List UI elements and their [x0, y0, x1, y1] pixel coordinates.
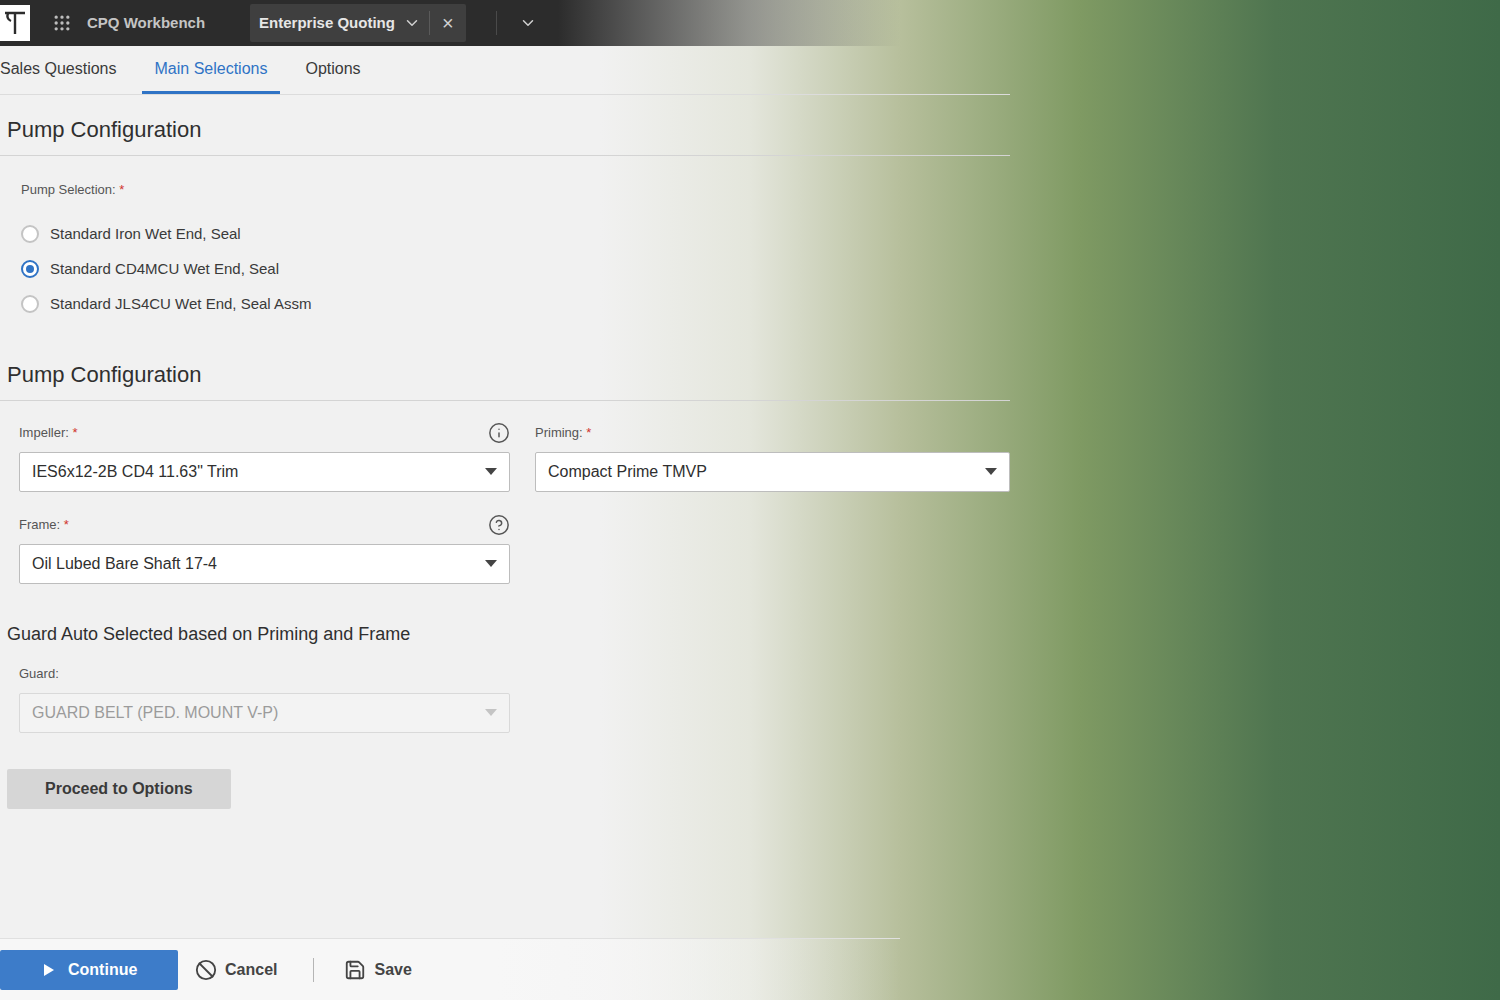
- save-icon: [344, 959, 366, 981]
- tab-close[interactable]: ×: [430, 13, 466, 33]
- cancel-icon: [195, 959, 217, 981]
- section-tab[interactable]: Main Selections: [142, 46, 281, 94]
- radio-button[interactable]: [21, 260, 39, 278]
- tab-menu-icon[interactable]: [403, 14, 421, 32]
- field-label: Guard:: [19, 664, 59, 684]
- play-icon: [44, 964, 54, 976]
- frame-select[interactable]: Oil Lubed Bare Shaft 17-4: [19, 544, 510, 584]
- frame-field: Frame: * Oil Lubed Bare Shaft 17-4: [19, 513, 510, 584]
- guard-field: Guard: GUARD BELT (PED. MOUNT V-P): [0, 648, 510, 733]
- priming-select[interactable]: Compact Prime TMVP: [535, 452, 1010, 492]
- field-label: Impeller: *: [19, 423, 78, 443]
- radio-option[interactable]: Standard Iron Wet End, Seal: [21, 223, 1500, 245]
- proceed-button[interactable]: Proceed to Options: [7, 769, 231, 809]
- app-bar: CPQ Workbench Enterprise Quoting×: [0, 0, 900, 46]
- guard-select: GUARD BELT (PED. MOUNT V-P): [19, 693, 510, 733]
- radio-group: Standard Iron Wet End, Seal Standard CD4M…: [21, 223, 1500, 315]
- priming-field: Priming: * Compact Prime TMVP: [535, 421, 1010, 492]
- radio-button[interactable]: [21, 225, 39, 243]
- cancel-button[interactable]: Cancel: [195, 958, 277, 982]
- radio-option[interactable]: Standard JLS4CU Wet End, Seal Assm: [21, 293, 1500, 315]
- apps-grid-icon[interactable]: [52, 13, 72, 33]
- caret-icon: [485, 468, 497, 476]
- section-tabs: Sales QuestionsMain SelectionsOptions: [0, 46, 1010, 95]
- logo-icon: [3, 9, 27, 37]
- impeller-field: Impeller: * IES6x12-2B CD4 11.63" Trim: [19, 421, 510, 492]
- logo[interactable]: [0, 5, 30, 41]
- footer-bar: Continue Cancel Save: [0, 938, 900, 1000]
- workspace-tab[interactable]: Enterprise Quoting×: [250, 4, 466, 42]
- section-tab[interactable]: Sales Questions: [0, 46, 142, 94]
- product-name: CPQ Workbench: [87, 12, 205, 35]
- caret-icon: [485, 709, 497, 717]
- field-label: Frame: *: [19, 515, 69, 535]
- radio-option[interactable]: Standard CD4MCU Wet End, Seal: [21, 258, 1500, 280]
- help-icon[interactable]: [488, 514, 510, 536]
- guard-heading: Guard Auto Selected based on Priming and…: [7, 624, 410, 644]
- section-heading: Pump Configuration: [0, 115, 1010, 156]
- app: CPQ Workbench Enterprise Quoting× Sales Qu…: [0, 0, 1500, 1000]
- field-label: Priming: *: [535, 423, 591, 443]
- field-label: Pump Selection: *: [21, 182, 124, 197]
- impeller-select[interactable]: IES6x12-2B CD4 11.63" Trim: [19, 452, 510, 492]
- pump-photo: [0, 0, 1500, 1000]
- save-button[interactable]: Save: [344, 958, 411, 982]
- section-tab[interactable]: Options: [292, 46, 373, 94]
- section-heading: Pump Configuration: [0, 360, 1010, 401]
- caret-icon: [985, 468, 997, 476]
- radio-button[interactable]: [21, 295, 39, 313]
- info-icon[interactable]: [488, 422, 510, 444]
- continue-button[interactable]: Continue: [0, 950, 178, 990]
- caret-icon: [485, 560, 497, 568]
- more-tabs-icon[interactable]: [519, 14, 537, 32]
